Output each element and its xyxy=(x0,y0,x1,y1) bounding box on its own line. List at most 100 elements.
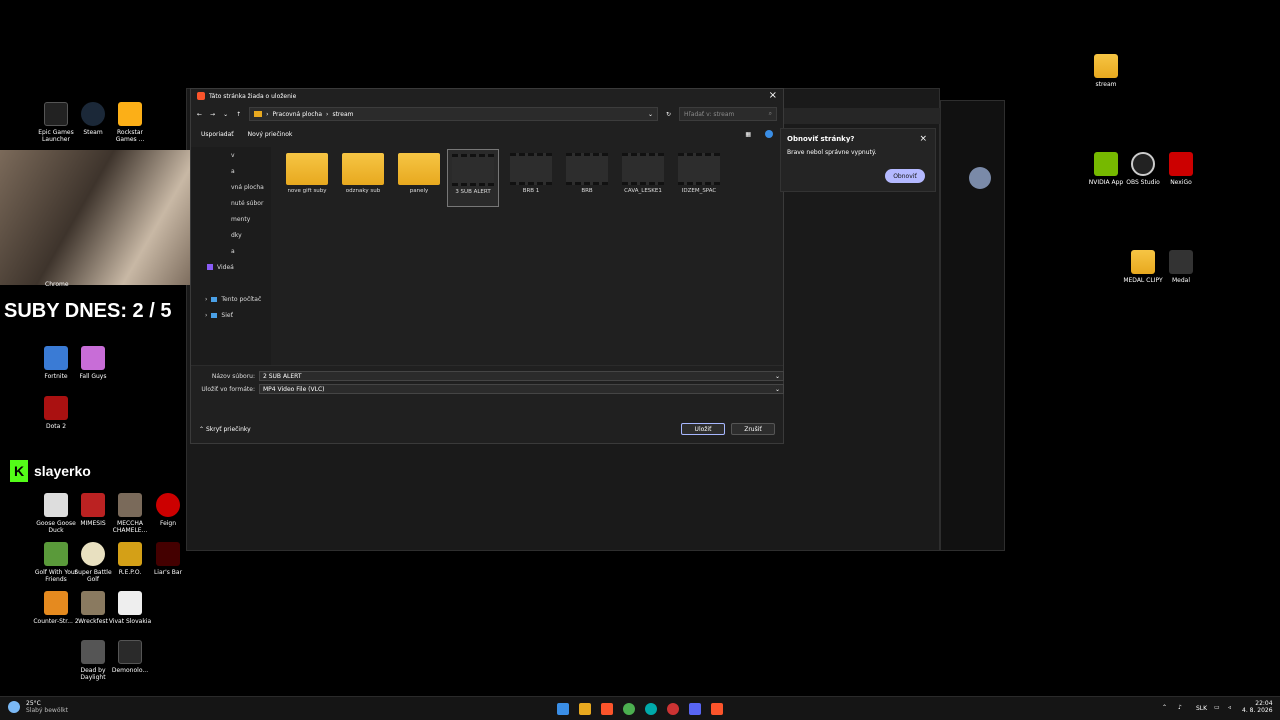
file-item[interactable]: BRB 1 xyxy=(505,149,557,194)
profile-avatar[interactable] xyxy=(969,167,991,189)
desktop-icon-demonologist[interactable]: Demonolo... xyxy=(107,640,153,674)
folder-icon xyxy=(254,111,263,117)
folder-icon xyxy=(1094,54,1118,78)
nav-item-videos[interactable]: Videá xyxy=(191,259,271,275)
nav-item[interactable]: v xyxy=(191,147,271,163)
icon-label: Medal xyxy=(1171,277,1191,284)
forward-icon[interactable]: → xyxy=(210,111,215,118)
chevron-down-icon[interactable]: ⌄ xyxy=(648,111,653,118)
start-icon[interactable] xyxy=(557,703,569,715)
filename-row: Názov súboru: 2 SUB ALERT ⌄ xyxy=(197,371,784,381)
icon-label: OBS Studio xyxy=(1126,179,1160,186)
up-icon[interactable]: ↑ xyxy=(236,111,241,118)
edge-icon[interactable] xyxy=(645,703,657,715)
meccha-icon xyxy=(118,493,142,517)
fortnite-icon xyxy=(44,346,68,370)
icon-label: Epic Games Launcher xyxy=(38,129,74,143)
file-name: nove gift suby xyxy=(287,188,327,194)
cancel-button[interactable]: Zrušiť xyxy=(731,423,775,435)
network-icon xyxy=(211,312,218,318)
close-icon[interactable]: × xyxy=(769,90,777,101)
desktop-icon-feign[interactable]: Feign xyxy=(145,493,191,527)
file-item[interactable]: IDZEM_SPAC xyxy=(673,149,725,194)
file-item[interactable]: panely xyxy=(393,149,445,194)
chevron-right-icon: › xyxy=(326,110,329,118)
filename-input[interactable]: 2 SUB ALERT ⌄ xyxy=(259,371,784,381)
breadcrumb-stream[interactable]: stream xyxy=(332,111,353,118)
chevron-down-icon[interactable]: ⌄ xyxy=(775,373,780,380)
filename-value: 2 SUB ALERT xyxy=(263,372,302,380)
super-battle-golf-icon xyxy=(81,542,105,566)
desktop-icon-dota[interactable]: Dota 2 xyxy=(33,396,79,430)
brave-icon[interactable] xyxy=(601,703,613,715)
brave-active-icon[interactable] xyxy=(711,703,723,715)
desktop-icon-stream-folder[interactable]: stream xyxy=(1083,54,1129,88)
demonologist-icon xyxy=(118,640,142,664)
breadcrumb-desktop[interactable]: Pracovná plocha xyxy=(273,111,323,118)
desktop: Epic Games Launcher Steam Rockstar Games… xyxy=(0,0,1280,720)
new-folder-button[interactable]: Nový priečinok xyxy=(248,131,293,138)
file-item-selected[interactable]: 3 SUB ALERT xyxy=(447,149,499,207)
icon-label: Steam xyxy=(83,129,103,136)
back-icon[interactable]: ← xyxy=(197,111,202,118)
feign-icon xyxy=(156,493,180,517)
nav-item-music[interactable]: a xyxy=(191,243,271,259)
organize-button[interactable]: Usporiadať xyxy=(201,131,234,138)
video-thumbnail xyxy=(452,154,494,186)
nav-item-pictures[interactable]: dky xyxy=(191,227,271,243)
clock[interactable]: 22:04 4. 8. 2026 xyxy=(1242,700,1273,714)
save-dialog: Táto stránka žiada o uloženie × ← → ⌄ ↑ … xyxy=(190,88,784,444)
help-icon[interactable] xyxy=(765,130,773,138)
taskbar: 25°C Slabý bewölkt ⌃ ♪ SLK ▭ ◃ 22:04 4. … xyxy=(0,696,1280,720)
filetype-select[interactable]: MP4 Video File (VLC) ⌄ xyxy=(259,384,784,394)
nav-item-desktop[interactable]: vná plocha xyxy=(191,179,271,195)
app-icon[interactable] xyxy=(667,703,679,715)
weather-icon[interactable] xyxy=(8,701,20,713)
desktop-icon-fallguys[interactable]: Fall Guys xyxy=(70,346,116,380)
view-icon[interactable]: ▦ xyxy=(745,131,751,138)
language-indicator[interactable]: SLK xyxy=(1196,705,1207,712)
microphone-icon[interactable]: ♪ xyxy=(1178,704,1182,711)
file-item[interactable]: BRB xyxy=(561,149,613,194)
video-thumbnail xyxy=(622,153,664,185)
chrome-label: Chrome xyxy=(45,281,69,288)
icon-label: NexiGo xyxy=(1170,179,1192,186)
chrome-icon[interactable] xyxy=(623,703,635,715)
save-button[interactable]: Uložiť xyxy=(681,423,725,435)
desktop-icon-medal[interactable]: Medal xyxy=(1158,250,1204,284)
chevron-right-icon: › xyxy=(266,110,269,118)
file-explorer-icon[interactable] xyxy=(579,703,591,715)
file-item[interactable]: CAVA_LESKE1 xyxy=(617,149,669,194)
nav-item-documents[interactable]: menty xyxy=(191,211,271,227)
nav-item-downloads[interactable]: nuté súbor xyxy=(191,195,271,211)
nav-tree-label: Sieť xyxy=(221,311,233,319)
search-input[interactable]: Hľadať v: stream ⌕ xyxy=(679,107,777,121)
icon-label: Wreckfest xyxy=(78,618,108,625)
nav-tree-network[interactable]: › Sieť xyxy=(191,307,271,323)
desktop-icon-nexigo[interactable]: NexiGo xyxy=(1158,152,1204,186)
desktop-icon-vivat[interactable]: Vivat Slovakia xyxy=(107,591,153,625)
chevron-down-icon[interactable]: ⌄ xyxy=(223,111,228,118)
weather-widget[interactable]: 25°C Slabý bewölkt xyxy=(26,700,68,714)
address-bar[interactable]: › Pracovná plocha › stream ⌄ xyxy=(249,107,658,121)
icon-label: MIMESIS xyxy=(80,520,106,527)
close-icon[interactable]: × xyxy=(919,134,927,144)
refresh-icon[interactable]: ↻ xyxy=(666,111,671,118)
file-item[interactable]: odznaky sub xyxy=(337,149,389,194)
nav-tree-pc[interactable]: › Tento počítač xyxy=(191,291,271,307)
hide-folders-toggle[interactable]: ⌃ Skryť priečinky xyxy=(199,426,251,433)
restore-button[interactable]: Obnoviť xyxy=(885,169,925,183)
discord-icon[interactable] xyxy=(689,703,701,715)
volume-icon[interactable]: ◃ xyxy=(1228,704,1231,711)
hide-folders-label: Skryť priečinky xyxy=(205,426,251,433)
desktop-icon-liarsbar[interactable]: Liar's Bar xyxy=(145,542,191,576)
liars-bar-icon xyxy=(156,542,180,566)
kick-logo-icon: K xyxy=(10,460,28,482)
desktop-icon-rockstar[interactable]: Rockstar Games ... xyxy=(107,102,153,143)
network-icon[interactable]: ▭ xyxy=(1214,704,1220,711)
nav-item[interactable]: a xyxy=(191,163,271,179)
tray-chevron-icon[interactable]: ⌃ xyxy=(1162,704,1167,711)
file-item[interactable]: nove gift suby xyxy=(281,149,333,194)
popup-body: Brave nebol správne vypnutý. xyxy=(787,149,877,156)
steam-icon xyxy=(81,102,105,126)
